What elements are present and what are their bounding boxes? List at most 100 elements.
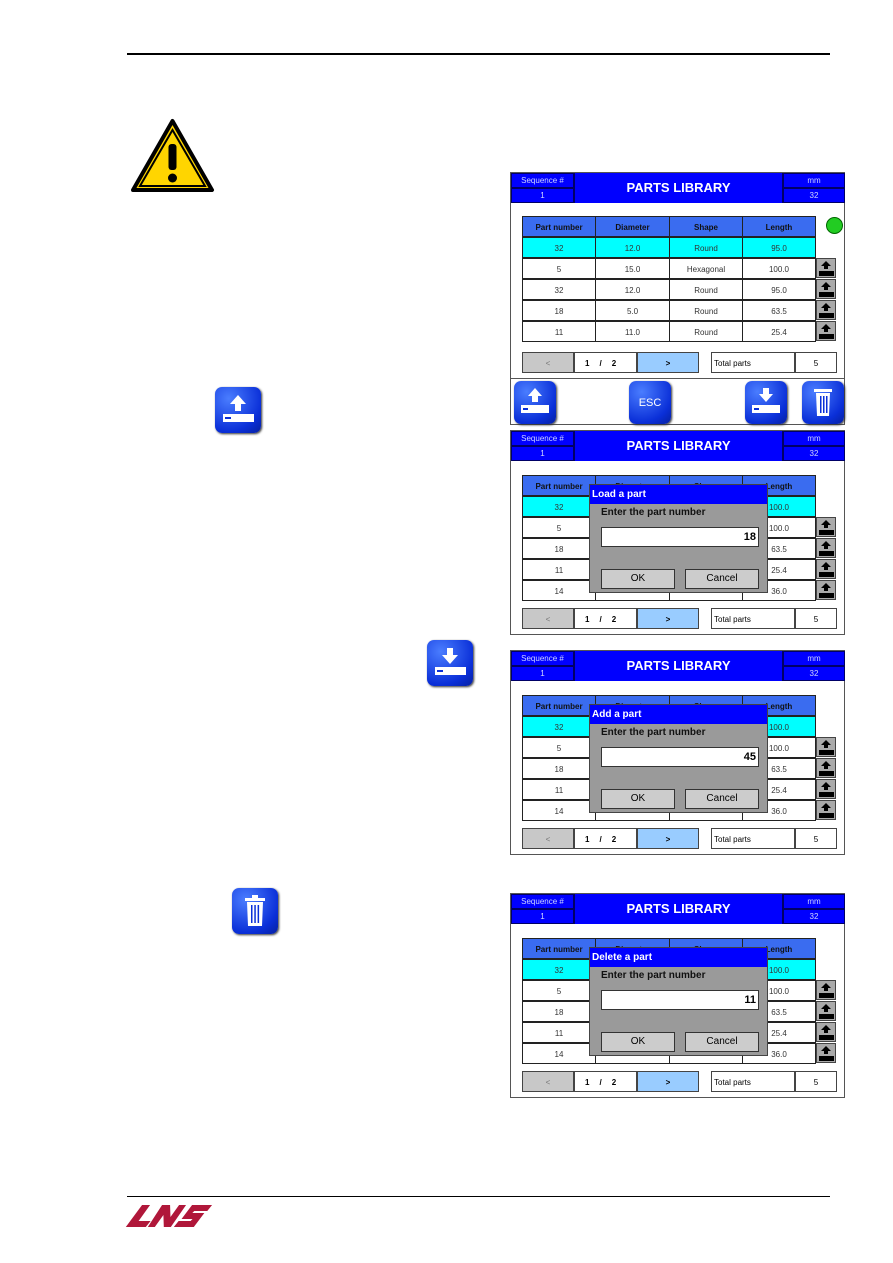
arrow-up-icon bbox=[819, 1004, 834, 1019]
column-header[interactable]: Part number bbox=[522, 938, 596, 959]
move-up-button[interactable] bbox=[816, 1022, 836, 1042]
table-cell[interactable]: 5 bbox=[522, 737, 596, 758]
move-up-button[interactable] bbox=[816, 321, 836, 341]
part-number-dialog: Add a part Enter the part number 45 OK Cance… bbox=[589, 704, 768, 813]
move-up-button[interactable] bbox=[816, 300, 836, 320]
table-cell[interactable]: 18 bbox=[522, 1001, 596, 1022]
move-up-button[interactable] bbox=[816, 779, 836, 799]
table-cell[interactable]: 95.0 bbox=[742, 279, 816, 300]
table-cell[interactable]: 11 bbox=[522, 1022, 596, 1043]
table-cell[interactable]: Hexagonal bbox=[669, 258, 743, 279]
table-cell[interactable]: 32 bbox=[522, 716, 596, 737]
table-cell[interactable]: 32 bbox=[522, 496, 596, 517]
cancel-button[interactable]: Cancel bbox=[685, 1032, 759, 1052]
table-cell[interactable]: 12.0 bbox=[595, 237, 670, 258]
arrow-up-icon bbox=[819, 520, 834, 535]
move-up-button[interactable] bbox=[816, 737, 836, 757]
delete-part-button[interactable] bbox=[802, 381, 844, 424]
table-cell[interactable]: 32 bbox=[522, 237, 596, 258]
column-header[interactable]: Diameter bbox=[595, 216, 670, 237]
table-cell[interactable]: 11 bbox=[522, 321, 596, 342]
page-indicator: 1 / 2 bbox=[574, 828, 637, 849]
table-cell[interactable]: 5.0 bbox=[595, 300, 670, 321]
ok-button[interactable]: OK bbox=[601, 789, 675, 809]
column-header[interactable]: Part number bbox=[522, 695, 596, 716]
move-up-button[interactable] bbox=[816, 517, 836, 537]
table-cell[interactable]: 15.0 bbox=[595, 258, 670, 279]
table-cell[interactable]: 5 bbox=[522, 258, 596, 279]
cancel-button[interactable]: Cancel bbox=[685, 789, 759, 809]
move-up-button[interactable] bbox=[816, 1001, 836, 1021]
dialog-prompt: Enter the part number bbox=[601, 970, 706, 981]
table-cell[interactable]: 11 bbox=[522, 559, 596, 580]
arrow-up-icon bbox=[819, 562, 834, 577]
table-cell[interactable]: Round bbox=[669, 321, 743, 342]
move-up-button[interactable] bbox=[816, 279, 836, 299]
move-up-button[interactable] bbox=[816, 800, 836, 820]
prev-page-button[interactable]: < bbox=[522, 352, 574, 373]
move-up-button[interactable] bbox=[816, 1043, 836, 1063]
table-cell[interactable]: 14 bbox=[522, 580, 596, 601]
next-page-button[interactable]: > bbox=[637, 828, 699, 849]
table-cell[interactable]: Round bbox=[669, 279, 743, 300]
table-cell[interactable]: 63.5 bbox=[742, 300, 816, 321]
add-part-icon bbox=[427, 640, 473, 686]
table-cell[interactable]: Round bbox=[669, 300, 743, 321]
arrow-up-icon bbox=[819, 583, 834, 598]
move-up-button[interactable] bbox=[816, 580, 836, 600]
page-pages: 2 bbox=[611, 1078, 617, 1087]
table-cell[interactable]: 11 bbox=[522, 779, 596, 800]
dialog-title: Add a part bbox=[590, 705, 767, 724]
ok-button[interactable]: OK bbox=[601, 1032, 675, 1052]
arrow-up-icon bbox=[819, 261, 834, 276]
table-cell[interactable]: 25.4 bbox=[742, 321, 816, 342]
prev-page-button[interactable]: < bbox=[522, 608, 574, 629]
table-cell[interactable]: 11.0 bbox=[595, 321, 670, 342]
table-cell[interactable]: 14 bbox=[522, 1043, 596, 1064]
table-cell[interactable]: 12.0 bbox=[595, 279, 670, 300]
column-header[interactable]: Length bbox=[742, 216, 816, 237]
unit-value: 32 bbox=[783, 666, 845, 681]
next-page-button[interactable]: > bbox=[637, 608, 699, 629]
delete-part-icon bbox=[232, 888, 278, 934]
lns-logo bbox=[125, 1205, 213, 1227]
arrow-up-icon bbox=[819, 983, 834, 998]
table-cell[interactable]: 14 bbox=[522, 800, 596, 821]
part-number-input[interactable]: 18 bbox=[601, 527, 759, 547]
move-up-button[interactable] bbox=[816, 980, 836, 1000]
column-header[interactable]: Part number bbox=[522, 475, 596, 496]
load-part-button[interactable] bbox=[514, 381, 556, 424]
move-up-button[interactable] bbox=[816, 559, 836, 579]
table-cell[interactable]: 18 bbox=[522, 538, 596, 559]
part-number-input[interactable]: 45 bbox=[601, 747, 759, 767]
cancel-button[interactable]: Cancel bbox=[685, 569, 759, 589]
next-page-button[interactable]: > bbox=[637, 352, 699, 373]
table-cell[interactable]: 18 bbox=[522, 758, 596, 779]
header-rule bbox=[127, 53, 830, 55]
table-cell[interactable]: 100.0 bbox=[742, 258, 816, 279]
table-cell[interactable]: 32 bbox=[522, 279, 596, 300]
arrow-up-icon bbox=[819, 1046, 834, 1061]
load-part-icon bbox=[215, 387, 261, 433]
panel-title: PARTS LIBRARY bbox=[574, 173, 783, 203]
table-cell[interactable]: 32 bbox=[522, 959, 596, 980]
prev-page-button[interactable]: < bbox=[522, 1071, 574, 1092]
table-cell[interactable]: 5 bbox=[522, 980, 596, 1001]
arrow-up-icon bbox=[819, 782, 834, 797]
column-header[interactable]: Shape bbox=[669, 216, 743, 237]
esc-button[interactable]: ESC bbox=[629, 381, 671, 424]
table-cell[interactable]: 95.0 bbox=[742, 237, 816, 258]
column-header[interactable]: Part number bbox=[522, 216, 596, 237]
move-up-button[interactable] bbox=[816, 758, 836, 778]
add-part-button[interactable] bbox=[745, 381, 787, 424]
ok-button[interactable]: OK bbox=[601, 569, 675, 589]
move-up-button[interactable] bbox=[816, 258, 836, 278]
table-cell[interactable]: 5 bbox=[522, 517, 596, 538]
prev-page-button[interactable]: < bbox=[522, 828, 574, 849]
table-cell[interactable]: 18 bbox=[522, 300, 596, 321]
next-page-button[interactable]: > bbox=[637, 1071, 699, 1092]
move-up-button[interactable] bbox=[816, 538, 836, 558]
dialog-prompt: Enter the part number bbox=[601, 507, 706, 518]
table-cell[interactable]: Round bbox=[669, 237, 743, 258]
part-number-input[interactable]: 11 bbox=[601, 990, 759, 1010]
